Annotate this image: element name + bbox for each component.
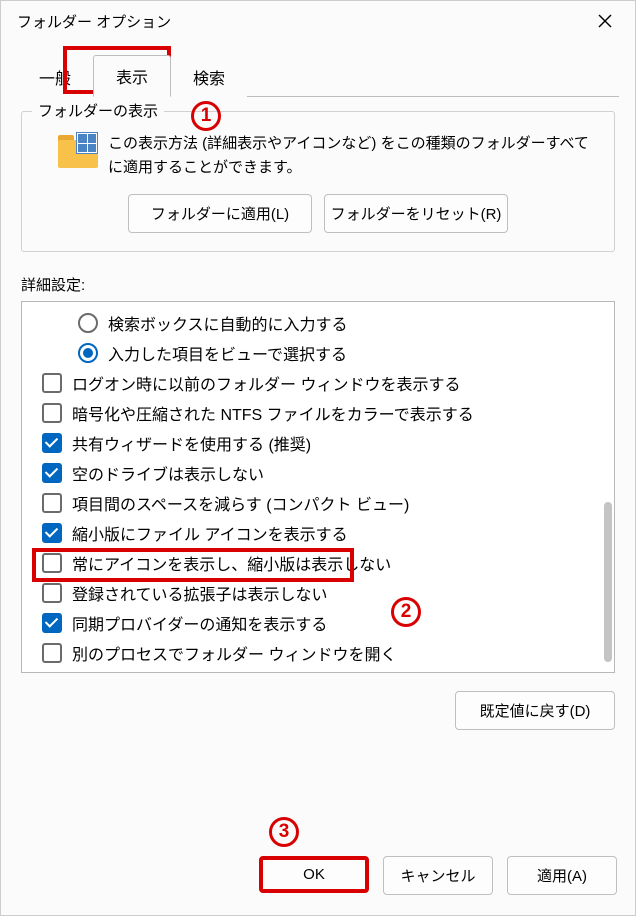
folder-views-legend: フォルダーの表示 — [32, 100, 164, 121]
titlebar: フォルダー オプション — [1, 1, 635, 41]
list-item-label: 入力した項目をビューで選択する — [108, 341, 347, 365]
folder-views-description: この表示方法 (詳細表示やアイコンなど) をこの種類のフォルダーすべてに適用する… — [108, 130, 602, 180]
list-item-label: 共有ウィザードを使用する (推奨) — [72, 431, 311, 455]
list-item[interactable]: 項目間のスペースを減らす (コンパクト ビュー) — [42, 488, 610, 518]
list-item[interactable]: 別のプロセスでフォルダー ウィンドウを開く — [42, 638, 610, 668]
tab-general[interactable]: 一般 — [17, 57, 93, 97]
checkbox-icon[interactable] — [42, 493, 62, 513]
checkbox-icon[interactable] — [42, 463, 62, 483]
folder-options-dialog: フォルダー オプション 一般 表示 検索 フォルダーの表示 この表示方法 (詳細… — [0, 0, 636, 916]
list-item[interactable]: 検索ボックスに自動的に入力する — [42, 308, 610, 338]
folder-views-group: フォルダーの表示 この表示方法 (詳細表示やアイコンなど) をこの種類のフォルダ… — [21, 111, 615, 252]
advanced-settings-list[interactable]: 検索ボックスに自動的に入力する入力した項目をビューで選択するログオン時に以前のフ… — [21, 301, 615, 673]
folder-views-row: この表示方法 (詳細表示やアイコンなど) をこの種類のフォルダーすべてに適用する… — [34, 130, 602, 180]
advanced-settings-label: 詳細設定: — [21, 274, 615, 295]
list-item[interactable]: 共有ウィザードを使用する (推奨) — [42, 428, 610, 458]
list-item[interactable]: 入力した項目をビューで選択する — [42, 338, 610, 368]
checkbox-icon[interactable] — [42, 373, 62, 393]
list-item[interactable]: 空のドライブは表示しない — [42, 458, 610, 488]
radio-icon[interactable] — [78, 313, 98, 333]
list-item-label: 別のプロセスでフォルダー ウィンドウを開く — [72, 641, 396, 665]
folder-icon — [56, 132, 102, 172]
radio-icon[interactable] — [78, 343, 98, 363]
tab-strip: 一般 表示 検索 — [1, 55, 635, 97]
list-item[interactable]: ログオン時に以前のフォルダー ウィンドウを表示する — [42, 368, 610, 398]
list-item[interactable]: 常にアイコンを表示し、縮小版は表示しない — [42, 548, 610, 578]
cancel-button[interactable]: キャンセル — [383, 856, 493, 895]
ok-button[interactable]: OK — [259, 856, 369, 893]
scrollbar-thumb[interactable] — [604, 502, 612, 662]
list-item[interactable]: 縮小版にファイル アイコンを表示する — [42, 518, 610, 548]
restore-defaults-button[interactable]: 既定値に戻す(D) — [455, 691, 615, 730]
list-item[interactable]: 同期プロバイダーの通知を表示する — [42, 608, 610, 638]
list-item-label: 項目間のスペースを減らす (コンパクト ビュー) — [72, 491, 409, 515]
checkbox-icon[interactable] — [42, 613, 62, 633]
checkbox-icon[interactable] — [42, 553, 62, 573]
tab-view[interactable]: 表示 — [93, 55, 171, 97]
checkbox-icon[interactable] — [42, 433, 62, 453]
checkbox-icon[interactable] — [42, 643, 62, 663]
list-item[interactable]: 登録されている拡張子は表示しない — [42, 578, 610, 608]
list-item-label: 検索ボックスに自動的に入力する — [108, 311, 348, 335]
tab-panel-view: フォルダーの表示 この表示方法 (詳細表示やアイコンなど) をこの種類のフォルダ… — [17, 96, 619, 842]
tab-search[interactable]: 検索 — [171, 57, 247, 97]
close-icon[interactable] — [585, 6, 625, 36]
list-item-label: 縮小版にファイル アイコンを表示する — [72, 521, 348, 545]
list-item[interactable]: 暗号化や圧縮された NTFS ファイルをカラーで表示する — [42, 398, 610, 428]
folder-views-buttons: フォルダーに適用(L) フォルダーをリセット(R) — [34, 194, 602, 233]
checkbox-icon[interactable] — [42, 403, 62, 423]
list-item-label: 暗号化や圧縮された NTFS ファイルをカラーで表示する — [72, 401, 474, 425]
list-item-label: 同期プロバイダーの通知を表示する — [72, 611, 327, 635]
list-item[interactable]: 保護されたオペレーティング システム ファイルを表示しない (推奨) — [42, 668, 610, 673]
list-item-label: 常にアイコンを表示し、縮小版は表示しない — [72, 551, 391, 575]
list-item-label: 保護されたオペレーティング システム ファイルを表示しない (推奨) — [72, 671, 559, 673]
window-title: フォルダー オプション — [17, 11, 585, 32]
list-item-label: 登録されている拡張子は表示しない — [72, 581, 328, 605]
dialog-footer: OK キャンセル 適用(A) — [1, 842, 635, 915]
list-item-label: ログオン時に以前のフォルダー ウィンドウを表示する — [72, 371, 460, 395]
checkbox-icon[interactable] — [42, 523, 62, 543]
list-item-label: 空のドライブは表示しない — [72, 461, 264, 485]
apply-button[interactable]: 適用(A) — [507, 856, 617, 895]
reset-folders-button[interactable]: フォルダーをリセット(R) — [324, 194, 508, 233]
apply-to-folders-button[interactable]: フォルダーに適用(L) — [128, 194, 312, 233]
checkbox-icon[interactable] — [42, 583, 62, 603]
